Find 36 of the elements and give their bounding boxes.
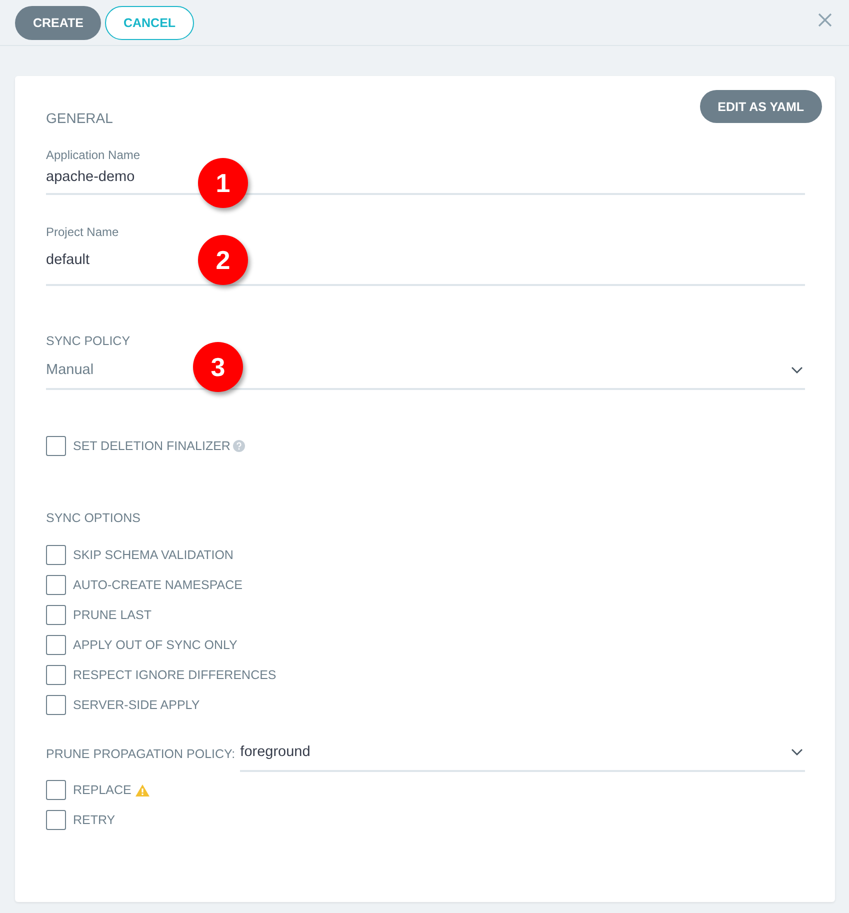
checkbox[interactable] bbox=[46, 545, 66, 565]
close-icon[interactable] bbox=[818, 13, 832, 27]
chevron-icon bbox=[791, 366, 803, 374]
number-marker: 1 bbox=[198, 158, 248, 208]
field-label: Project Name bbox=[46, 225, 120, 239]
checkbox-label: RESPECT IGNORE DIFFERENCES bbox=[73, 668, 276, 682]
chevron-icon bbox=[791, 748, 803, 756]
checkbox-label: AUTO-CREATE NAMESPACE bbox=[73, 578, 242, 592]
checkbox[interactable] bbox=[46, 780, 66, 800]
section-title: GENERAL bbox=[46, 110, 113, 126]
warning-icon bbox=[135, 784, 150, 796]
field-label: SYNC POLICY bbox=[46, 334, 132, 348]
cancel-button[interactable]: CANCEL bbox=[105, 6, 194, 40]
create-button[interactable]: CREATE bbox=[15, 6, 102, 40]
checkbox[interactable] bbox=[46, 695, 66, 715]
checkbox-label: APPLY OUT OF SYNC ONLY bbox=[73, 638, 238, 652]
checkbox-label: SERVER-SIDE APPLY bbox=[73, 698, 200, 712]
checkbox-label: SET DELETION FINALIZER bbox=[73, 439, 230, 453]
edit-yaml-button[interactable]: EDIT AS YAML bbox=[700, 90, 822, 123]
checkbox[interactable] bbox=[46, 665, 66, 685]
checkbox-label: PRUNE LAST bbox=[73, 608, 152, 622]
checkbox[interactable] bbox=[46, 635, 66, 655]
checkbox-label: SKIP SCHEMA VALIDATION bbox=[73, 548, 234, 562]
number-marker: 3 bbox=[193, 342, 243, 392]
checkbox-label: RETRY bbox=[73, 813, 116, 827]
checkbox[interactable] bbox=[46, 810, 66, 830]
checkbox-label: REPLACE bbox=[73, 783, 132, 797]
field-label: PRUNE PROPAGATION POLICY: bbox=[46, 747, 236, 761]
number-marker: 2 bbox=[198, 235, 248, 285]
checkbox[interactable] bbox=[46, 436, 66, 456]
section-title: SYNC OPTIONS bbox=[46, 511, 142, 525]
checkbox[interactable] bbox=[46, 575, 66, 595]
help-icon bbox=[233, 440, 246, 452]
checkbox[interactable] bbox=[46, 605, 66, 625]
dropdown-field[interactable]: foreground bbox=[240, 731, 805, 772]
field-label: Application Name bbox=[46, 148, 142, 162]
